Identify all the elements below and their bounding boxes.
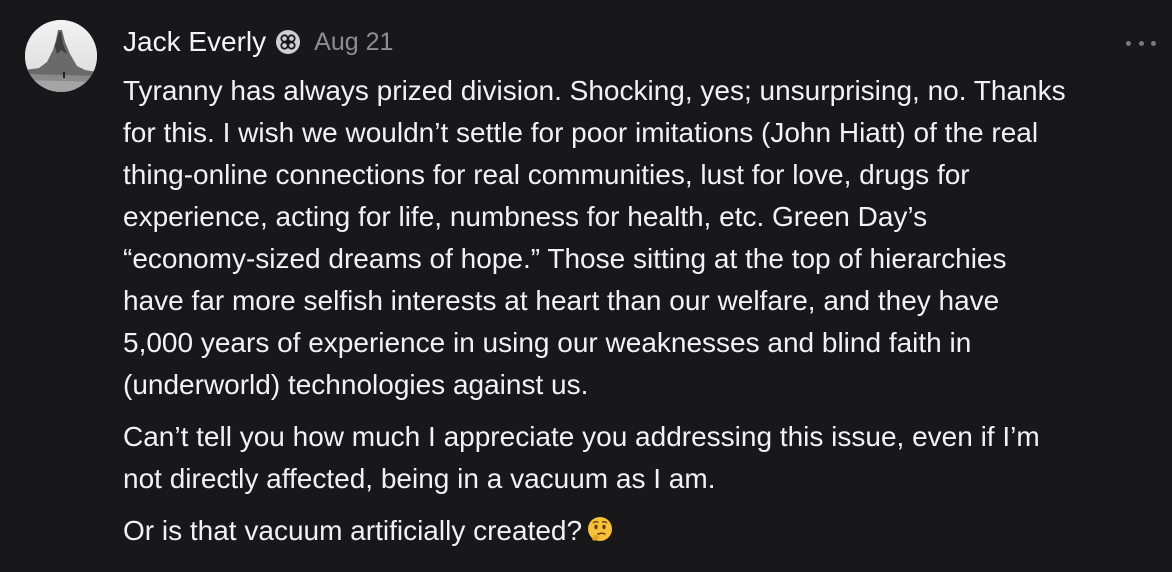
comment-text-line: experience, acting for life, numbness fo…	[123, 201, 928, 232]
more-options-icon[interactable]	[1126, 38, 1156, 48]
more-dot	[1151, 40, 1156, 46]
comment-body: Tyranny has always prized division. Shoc…	[123, 70, 1163, 562]
comment-header: Jack Everly Aug 21	[123, 24, 393, 60]
thinking-face-emoji	[588, 517, 613, 541]
comment-text-line: thing-online connections for real commun…	[123, 159, 970, 190]
comment-text-line: not directly affected, being in a vacuum…	[123, 463, 716, 494]
more-dot	[1138, 40, 1144, 46]
comment-text-line: Tyranny has always prized division. Shoc…	[123, 75, 1066, 106]
comment: Jack Everly Aug 21 Tyranny has always pr…	[0, 0, 1172, 572]
avatar-image	[25, 20, 97, 92]
avatar[interactable]	[25, 20, 97, 92]
comment-text-line: 5,000 years of experience in using our w…	[123, 327, 972, 358]
comment-text-line: have far more selfish interests at heart…	[123, 285, 1000, 316]
more-dot	[1126, 40, 1131, 46]
comment-text-line: for this. I wish we wouldn’t settle for …	[123, 117, 1039, 148]
comment-paragraph: Tyranny has always prized division. Shoc…	[123, 70, 1163, 406]
comment-text-line: Or is that vacuum artificially created?	[123, 510, 1163, 552]
comment-text: Or is that vacuum artificially created?	[123, 515, 583, 546]
comment-text-line: Can’t tell you how much I appreciate you…	[123, 421, 1040, 452]
comment-text-line: “economy-sized dreams of hope.” Those si…	[123, 243, 1007, 274]
comment-text-line: (underworld) technologies against us.	[123, 369, 589, 400]
comment-date[interactable]: Aug 21	[314, 28, 393, 57]
comment-paragraph: Or is that vacuum artificially created?	[123, 510, 1163, 552]
comment-paragraph: Can’t tell you how much I appreciate you…	[123, 416, 1163, 500]
author-name[interactable]: Jack Everly	[123, 26, 266, 58]
subscriber-badge-icon	[275, 29, 301, 55]
